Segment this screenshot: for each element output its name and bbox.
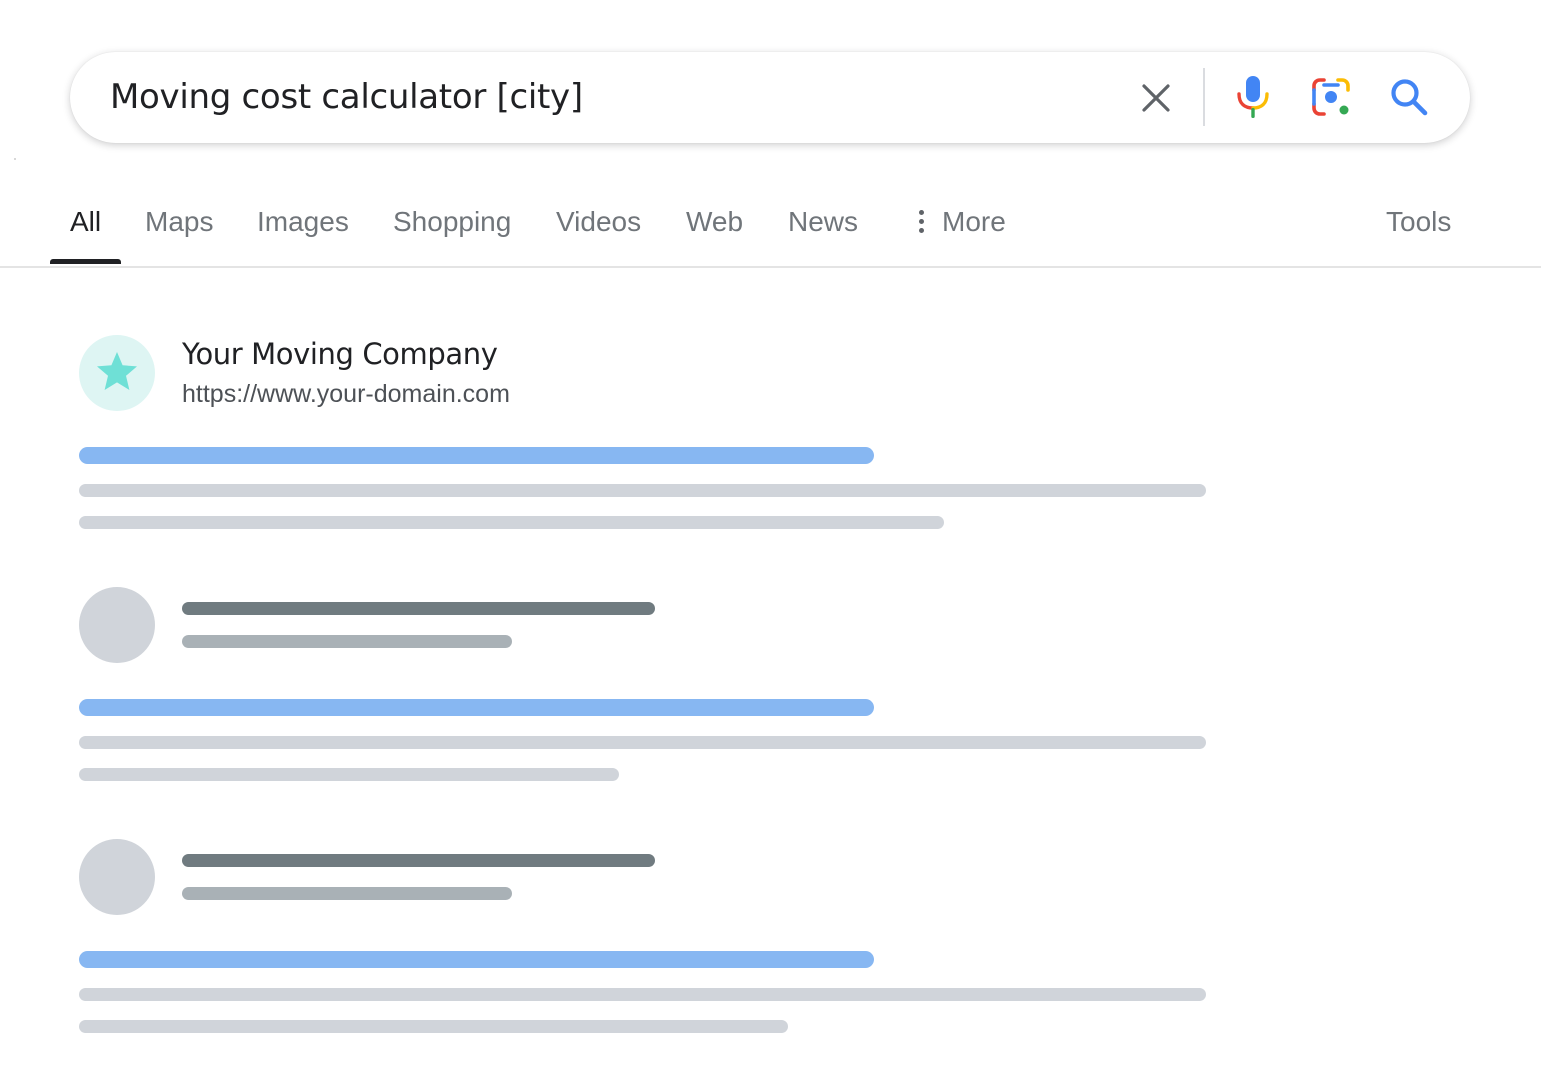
- microphone-icon[interactable]: [1232, 74, 1274, 120]
- snippet-line-placeholder: [79, 1020, 788, 1033]
- snippet-line-placeholder: [79, 484, 1206, 497]
- tab-web[interactable]: Web: [686, 206, 743, 238]
- tab-shopping[interactable]: Shopping: [393, 206, 511, 238]
- tools-button[interactable]: Tools: [1386, 206, 1451, 238]
- result-title-placeholder[interactable]: [79, 447, 874, 464]
- snippet-line-placeholder: [79, 736, 1206, 749]
- tab-videos[interactable]: Videos: [556, 206, 641, 238]
- tab-all[interactable]: All: [70, 206, 101, 238]
- favicon-placeholder: [79, 587, 155, 663]
- star-icon: [97, 352, 137, 390]
- stray-dot: [14, 158, 16, 160]
- snippet-line-placeholder: [79, 988, 1206, 1001]
- result-site-name[interactable]: Your Moving Company: [182, 337, 498, 371]
- search-input[interactable]: [110, 74, 1130, 120]
- search-bar-divider: [1203, 68, 1205, 126]
- magnifier-icon[interactable]: [1388, 76, 1430, 118]
- search-tabs: All Maps Images Shopping Videos Web News…: [0, 196, 1541, 268]
- url-placeholder: [182, 635, 512, 648]
- search-bar: [70, 52, 1470, 143]
- close-icon[interactable]: [1136, 78, 1176, 118]
- tab-news[interactable]: News: [788, 206, 858, 238]
- tab-images[interactable]: Images: [257, 206, 349, 238]
- site-favicon: [79, 335, 155, 411]
- search-results-page: All Maps Images Shopping Videos Web News…: [0, 0, 1541, 1076]
- snippet-line-placeholder: [79, 516, 944, 529]
- tab-more[interactable]: More: [942, 206, 1006, 238]
- camera-lens-icon[interactable]: [1310, 76, 1352, 118]
- result-title-placeholder[interactable]: [79, 951, 874, 968]
- result-title-placeholder[interactable]: [79, 699, 874, 716]
- tab-maps[interactable]: Maps: [145, 206, 213, 238]
- result-url[interactable]: https://www.your-domain.com: [182, 380, 510, 409]
- url-placeholder: [182, 887, 512, 900]
- favicon-placeholder: [79, 839, 155, 915]
- site-name-placeholder: [182, 602, 655, 615]
- snippet-line-placeholder: [79, 768, 619, 781]
- more-vertical-icon[interactable]: [914, 210, 928, 236]
- site-name-placeholder: [182, 854, 655, 867]
- active-tab-indicator: [50, 259, 121, 264]
